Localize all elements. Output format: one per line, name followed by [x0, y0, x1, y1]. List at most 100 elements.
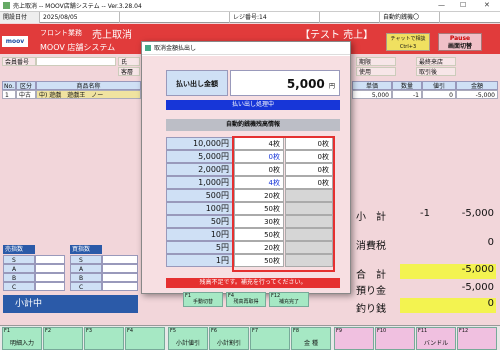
maximize-button[interactable]: ☐ [460, 1, 466, 9]
denomination-2000: 2,000円 [166, 163, 233, 176]
change-value: 0 [400, 298, 496, 313]
count-5: 20枚 [234, 241, 284, 254]
minimize-button[interactable]: — [438, 1, 445, 9]
balance-info-title: 自動釣銭機残高情報 [166, 119, 340, 131]
dialog-titlebar: 取消金額払出し [142, 42, 350, 55]
subtotal-quantity: -1 [420, 208, 430, 219]
pause-label: Pause [449, 35, 471, 42]
count-1000-main: 4枚 [234, 176, 284, 189]
table-row-category[interactable]: 中古 [16, 90, 36, 99]
buy-index-value [102, 264, 138, 273]
f11-bundle-button[interactable]: F11 バンドル [416, 327, 456, 350]
f5-subtotal-discount-button[interactable]: F5 小計値引 [168, 327, 208, 350]
refetch-balance-button[interactable]: F4 残高再取得 [226, 292, 266, 307]
payout-amount-value: 5,000 円 [230, 70, 340, 96]
sales-index-row-s: S [3, 255, 35, 264]
sales-index-row-a: A [3, 264, 35, 273]
col-item-name: 商品名称 [36, 81, 141, 90]
window-title: 売上取消 -- MOOV店舗システム -- Ver.3.28.04 [13, 3, 142, 10]
f1-detail-input-button[interactable]: F1 明細入力 [2, 327, 42, 350]
f8-denomination-button[interactable]: F8 金 種 [291, 327, 331, 350]
count-5-sub [285, 241, 333, 254]
f9-button[interactable]: F9 [334, 327, 374, 350]
col-discount: 値引 [422, 81, 456, 90]
col-no: No. [2, 81, 16, 90]
buy-index-row-c: C [70, 282, 102, 291]
f4-button[interactable]: F4 [125, 327, 165, 350]
buy-index-title: 買指数 [70, 245, 102, 254]
date-label: 開設日付 [0, 11, 40, 23]
subtotal-value: -5,000 [461, 208, 494, 219]
refill-complete-button[interactable]: F12 補充完了 [269, 292, 309, 307]
sales-index-value [35, 255, 65, 264]
table-row-discount[interactable]: 0 [422, 90, 456, 99]
denomination-500: 500円 [166, 189, 233, 202]
payout-unit: 円 [328, 83, 335, 90]
table-row-no[interactable]: 1 [2, 90, 16, 99]
total-label: 合 計 [356, 270, 386, 281]
count-10000-sub: 0枚 [285, 137, 333, 150]
count-2000-sub: 0枚 [285, 163, 333, 176]
col-quantity: 数量 [392, 81, 422, 90]
count-50-sub [285, 215, 333, 228]
register-number: レジ番号:14 [230, 11, 320, 23]
guest-label: 客層 [118, 67, 140, 76]
f2-button[interactable]: F2 [43, 327, 83, 350]
sales-index-value [35, 264, 65, 273]
sales-index-value [35, 273, 65, 282]
deposit-label: 預り金 [356, 286, 386, 297]
col-unit-price: 単価 [352, 81, 392, 90]
app-icon [3, 2, 10, 9]
f3-button[interactable]: F3 [84, 327, 124, 350]
sales-index-row-b: B [3, 273, 35, 282]
usage-label: 使用 [356, 67, 396, 76]
close-button[interactable]: ✕ [484, 1, 490, 9]
buy-index-row-s: S [70, 255, 102, 264]
denomination-1000: 1,000円 [166, 176, 233, 189]
count-1: 50枚 [234, 254, 284, 267]
screen-title: 売上取消 [92, 30, 132, 41]
f12-button[interactable]: F12 [457, 327, 497, 350]
member-number-field[interactable] [36, 57, 116, 66]
count-100: 50枚 [234, 202, 284, 215]
chat-button-shortcut: Ctrl+3 [399, 44, 417, 50]
table-row-amount[interactable]: -5,000 [456, 90, 498, 99]
total-value: -5,000 [400, 264, 496, 279]
member-number-label: 会員番号 [2, 57, 36, 66]
buy-index-value [102, 282, 138, 291]
subtotal-status-bar: 小計中 [3, 295, 138, 313]
count-10000-main: 4枚 [234, 137, 284, 150]
table-row-quantity[interactable]: -1 [392, 90, 422, 99]
payout-amount-label: 払い出し金額 [166, 70, 228, 96]
buy-index-value [102, 273, 138, 282]
denomination-100: 100円 [166, 202, 233, 215]
chat-consult-button[interactable]: チャットで相談 Ctrl+3 [386, 33, 430, 51]
count-50: 30枚 [234, 215, 284, 228]
moov-logo: moov [2, 36, 28, 47]
table-row-item-name[interactable]: 中) 遊戯 遊戯王 ノー [36, 90, 141, 99]
info-bar: 開設日付 2025/08/05 レジ番号:14 自動釣銭機〇 [0, 11, 500, 23]
denomination-50: 50円 [166, 215, 233, 228]
window-titlebar: 売上取消 -- MOOV店舗システム -- Ver.3.28.04 — ☐ ✕ [0, 0, 500, 12]
buy-index-row-a: A [70, 264, 102, 273]
f6-subtotal-rate-button[interactable]: F6 小計割引 [209, 327, 249, 350]
name-label: 氏 [118, 57, 140, 66]
table-row-unit-price[interactable]: 5,000 [352, 90, 392, 99]
f7-button[interactable]: F7 [250, 327, 290, 350]
dialog-app-icon [145, 45, 151, 51]
sales-index-value [35, 282, 65, 291]
f10-button[interactable]: F10 [375, 327, 415, 350]
denomination-5000: 5,000円 [166, 150, 233, 163]
count-5000-main: 0枚 [234, 150, 284, 163]
manual-switch-button[interactable]: F1 手動切替 [183, 292, 223, 307]
count-5000-sub: 0枚 [285, 150, 333, 163]
pause-screen-switch-button[interactable]: Pause 画面切替 [438, 33, 482, 51]
denomination-5: 5円 [166, 241, 233, 254]
tax-label: 消費税 [356, 241, 386, 252]
buy-index-value [102, 255, 138, 264]
last-visit-label: 最終来店 [416, 57, 456, 66]
buy-index-row-b: B [70, 273, 102, 282]
chat-button-label: チャットで相談 [390, 36, 426, 42]
payout-amount: 5,000 [286, 77, 325, 91]
subtotal-label: 小 計 [356, 212, 386, 223]
